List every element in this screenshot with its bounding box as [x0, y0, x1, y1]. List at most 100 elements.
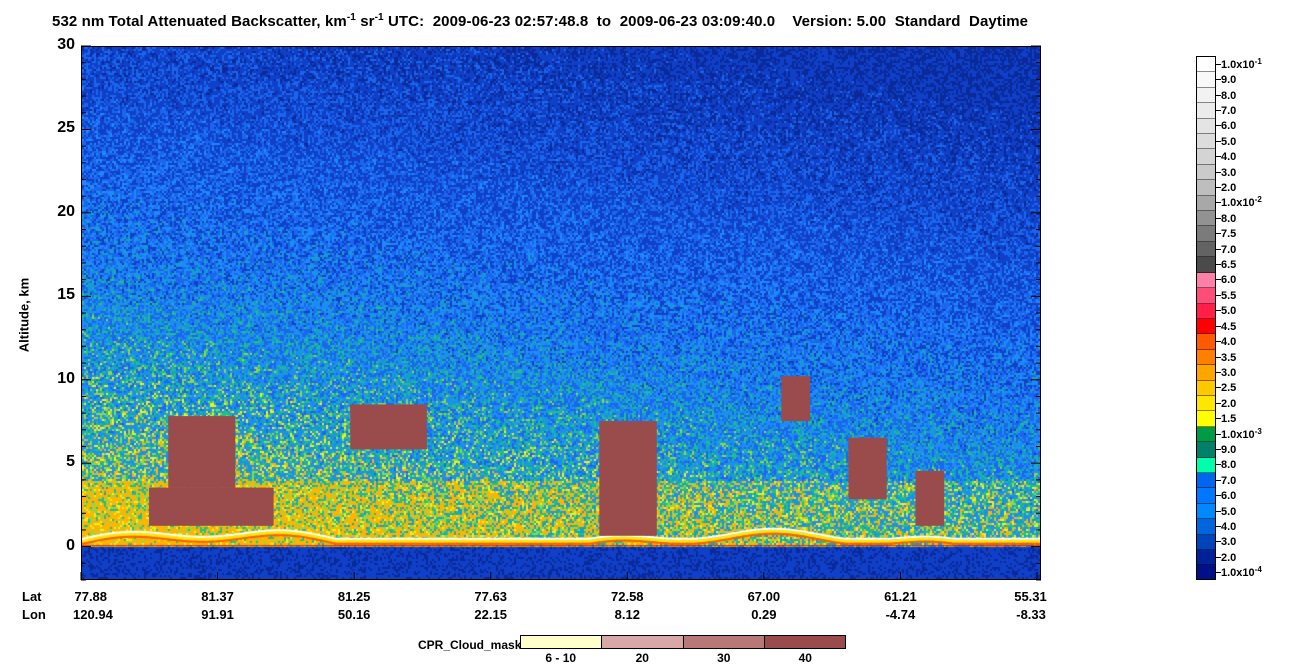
x-tick-label: 81.25: [337, 589, 371, 604]
x-tick-label: 72.58: [611, 589, 644, 604]
colorbar-label: 6.0: [1221, 274, 1237, 287]
backscatter-colorbar: [1196, 56, 1216, 580]
colorbar-cell: [1197, 442, 1215, 458]
x-row-name: Lat: [22, 589, 42, 604]
colorbar-label: 4.0: [1221, 336, 1237, 349]
colorbar-cell: [1197, 365, 1215, 381]
colorbar-label: 5.5: [1221, 289, 1237, 302]
colorbar-label: 9.0: [1221, 444, 1237, 456]
colorbar-tick: [1216, 264, 1221, 266]
colorbar-tick: [1216, 556, 1221, 558]
colorbar-tick: [1216, 79, 1221, 81]
y-tick-label: 20: [57, 202, 75, 220]
colorbar-label: 2.0: [1221, 397, 1237, 410]
colorbar-cell: [1197, 149, 1215, 165]
colorbar-cell: [1197, 57, 1215, 73]
colorbar-label: 5.0: [1221, 305, 1237, 318]
colorbar-tick: [1216, 418, 1221, 420]
colorbar-tick: [1216, 63, 1221, 65]
colorbar-tick: [1216, 202, 1221, 204]
colorbar-cell: [1197, 472, 1215, 489]
colorbar-cell: [1197, 303, 1215, 319]
colorbar-label: 4.5: [1221, 320, 1237, 333]
colorbar-label: 2.5: [1221, 382, 1237, 395]
y-tick-label: 25: [57, 119, 75, 137]
colorbar-label: 1.5: [1221, 413, 1237, 426]
x-tick-label: 0.29: [751, 607, 777, 622]
colorbar-cell: [1197, 426, 1215, 443]
colorbar-tick: [1216, 279, 1221, 281]
colorbar-cell: [1197, 272, 1215, 289]
y-tick-label: 30: [57, 36, 75, 53]
colorbar-label: 6.0: [1221, 120, 1237, 133]
colorbar-label: 2.0: [1221, 182, 1237, 194]
colorbar-label: 3.0: [1221, 366, 1237, 379]
cpr-legend-label: 6 - 10: [545, 651, 577, 665]
x-tick-label: 77.63: [474, 589, 507, 604]
x-tick-label: 22.15: [474, 607, 507, 622]
colorbar-cell: [1197, 349, 1215, 366]
colorbar-cell: [1197, 565, 1215, 579]
colorbar-tick: [1216, 572, 1221, 574]
colorbar-tick: [1216, 541, 1221, 543]
cpr-legend-label: 40: [798, 651, 812, 665]
x-tick-label: 91.91: [201, 607, 234, 622]
colorbar-tick: [1216, 464, 1221, 466]
colorbar-tick: [1216, 526, 1221, 528]
colorbar-tick: [1216, 248, 1221, 250]
colorbar-label: 7.0: [1221, 243, 1237, 256]
colorbar-label: 6.0: [1221, 490, 1237, 503]
colorbar-tick: [1216, 187, 1221, 188]
colorbar-tick: [1216, 233, 1221, 235]
colorbar-label: 4.0: [1221, 521, 1237, 534]
colorbar-cell: [1197, 288, 1215, 304]
colorbar-label: 5.0: [1221, 135, 1237, 148]
x-tick-label: 50.16: [337, 607, 371, 622]
colorbar-tick: [1216, 109, 1221, 111]
cpr-legend-label: 30: [717, 651, 731, 665]
x-tick-label: 77.88: [74, 589, 108, 604]
x-row-name: Lon: [22, 607, 46, 622]
colorbar-tick: [1216, 510, 1221, 512]
calipso-backscatter-figure: 532 nm Total Attenuated Backscatter, km-…: [0, 0, 1300, 667]
colorbar-label: 7.0: [1221, 104, 1237, 117]
colorbar-tick: [1216, 479, 1221, 481]
cpr-cloud-mask-legend: [520, 635, 846, 649]
cpr-legend-cell: [683, 636, 765, 648]
colorbar-tick: [1216, 310, 1221, 312]
colorbar-label: 6.5: [1221, 259, 1237, 272]
cpr-legend-cell: [602, 636, 684, 648]
colorbar-label: 3.5: [1221, 351, 1237, 364]
colorbar-label: 1.0x10-2: [1221, 195, 1262, 210]
colorbar-cell: [1197, 87, 1215, 104]
x-tick-label: -8.33: [1016, 607, 1046, 622]
colorbar-label: 2.0: [1221, 551, 1237, 564]
colorbar-cell: [1197, 519, 1215, 535]
colorbar-label: 3.0: [1221, 166, 1237, 179]
colorbar-cell: [1197, 550, 1215, 566]
x-tick-label: 81.37: [201, 589, 234, 604]
colorbar-tick: [1216, 341, 1221, 343]
y-tick-label: 15: [57, 286, 75, 304]
colorbar-label: 3.0: [1221, 536, 1237, 549]
colorbar-label: 8.0: [1221, 89, 1237, 102]
colorbar-cell: [1197, 534, 1215, 550]
colorbar-tick: [1216, 156, 1221, 158]
colorbar-cell: [1197, 180, 1215, 196]
colorbar-cell: [1197, 411, 1215, 427]
colorbar-cell: [1197, 103, 1215, 119]
colorbar-cell: [1197, 395, 1215, 412]
cpr-legend-cell: [521, 636, 603, 648]
cpr-legend-cell: [764, 636, 845, 648]
colorbar-label: 1.0x10-4: [1221, 565, 1262, 580]
colorbar-tick: [1216, 387, 1221, 389]
colorbar-tick: [1216, 294, 1221, 296]
colorbar-tick: [1216, 495, 1221, 497]
colorbar-label: 9.0: [1221, 74, 1237, 87]
colorbar-tick: [1216, 171, 1221, 173]
colorbar-tick: [1216, 325, 1221, 327]
x-tick-label: 120.94: [73, 607, 113, 622]
colorbar-tick: [1216, 449, 1221, 450]
colorbar-cell: [1197, 164, 1215, 181]
colorbar-label: 1.0x10-1: [1221, 56, 1262, 71]
